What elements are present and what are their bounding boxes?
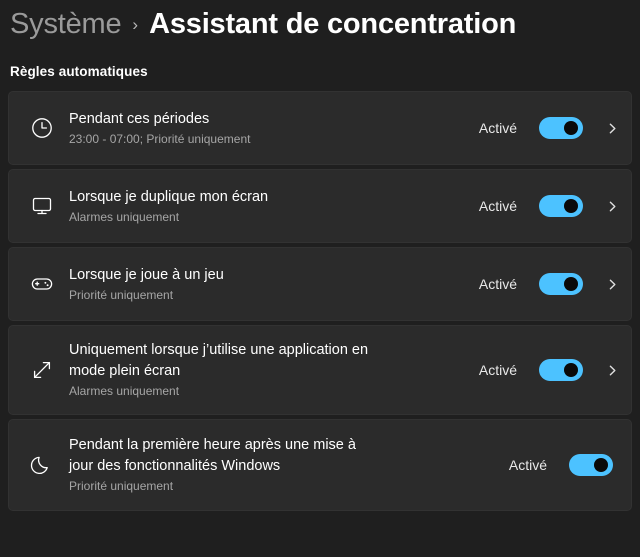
rule-title: Lorsque je joue à un jeu	[69, 266, 224, 283]
toggle-knob	[564, 277, 578, 291]
toggle-knob	[564, 363, 578, 377]
rule-text: Pendant la première heure après une mise…	[69, 435, 509, 495]
toggle-knob	[564, 199, 578, 213]
rule-row-fullscreen-app[interactable]: Uniquement lorsque j’utilise une applica…	[8, 325, 632, 415]
rule-row-duplicating-display[interactable]: Lorsque je duplique mon écran Alarmes un…	[8, 169, 632, 243]
rule-toggle-switch[interactable]	[539, 273, 583, 295]
toggle-knob	[564, 121, 578, 135]
chevron-right-icon[interactable]	[601, 200, 623, 213]
gamepad-icon	[25, 267, 59, 301]
rule-text: Uniquement lorsque j’utilise une applica…	[69, 340, 479, 400]
chevron-right-icon[interactable]	[601, 364, 623, 377]
rule-title: Uniquement lorsque j’utilise une applica…	[69, 342, 369, 379]
rule-title: Lorsque je duplique mon écran	[69, 188, 269, 205]
clock-icon	[25, 111, 59, 145]
rule-toggle-switch[interactable]	[569, 454, 613, 476]
rule-subtitle: 23:00 - 07:00; Priorité uniquement	[69, 131, 251, 146]
rule-state-label: Activé	[478, 198, 517, 214]
rule-title: Pendant la première heure après une mise…	[69, 437, 356, 474]
rule-state-label: Activé	[478, 120, 517, 136]
moon-icon	[25, 448, 59, 482]
chevron-right-icon[interactable]	[601, 122, 623, 135]
rule-text: Lorsque je joue à un jeu Priorité unique…	[69, 265, 479, 304]
chevron-right-icon: ›	[132, 15, 139, 34]
rule-row-during-these-times[interactable]: Pendant ces périodes 23:00 - 07:00; Prio…	[8, 91, 632, 165]
rule-subtitle: Alarmes uniquement	[69, 209, 180, 224]
rule-state-label: Activé	[478, 362, 517, 378]
rule-subtitle: Priorité uniquement	[69, 479, 174, 493]
rule-subtitle: Alarmes uniquement	[69, 384, 180, 398]
breadcrumb: Système › Assistant de concentration	[0, 0, 640, 46]
chevron-right-icon[interactable]	[601, 278, 623, 291]
automatic-rules-list: Pendant ces périodes 23:00 - 07:00; Prio…	[0, 91, 640, 511]
rule-subtitle: Priorité uniquement	[69, 287, 174, 302]
rule-toggle-switch[interactable]	[539, 195, 583, 217]
toggle-knob	[594, 458, 608, 472]
rule-state-label: Activé	[478, 276, 517, 292]
rule-text: Lorsque je duplique mon écran Alarmes un…	[69, 187, 479, 226]
rule-toggle-switch[interactable]	[539, 359, 583, 381]
page-title: Assistant de concentration	[149, 8, 517, 40]
rule-text: Pendant ces périodes 23:00 - 07:00; Prio…	[69, 109, 479, 148]
rule-toggle-switch[interactable]	[539, 117, 583, 139]
rule-title: Pendant ces périodes	[69, 110, 210, 127]
monitor-icon	[25, 189, 59, 223]
section-heading-automatic-rules: Règles automatiques	[10, 64, 148, 79]
rule-row-playing-game[interactable]: Lorsque je joue à un jeu Priorité unique…	[8, 247, 632, 321]
rule-row-after-windows-update[interactable]: Pendant la première heure après une mise…	[8, 419, 632, 511]
rule-state-label: Activé	[508, 457, 547, 473]
breadcrumb-parent-system[interactable]: Système	[10, 8, 122, 41]
fullscreen-icon	[25, 353, 59, 387]
